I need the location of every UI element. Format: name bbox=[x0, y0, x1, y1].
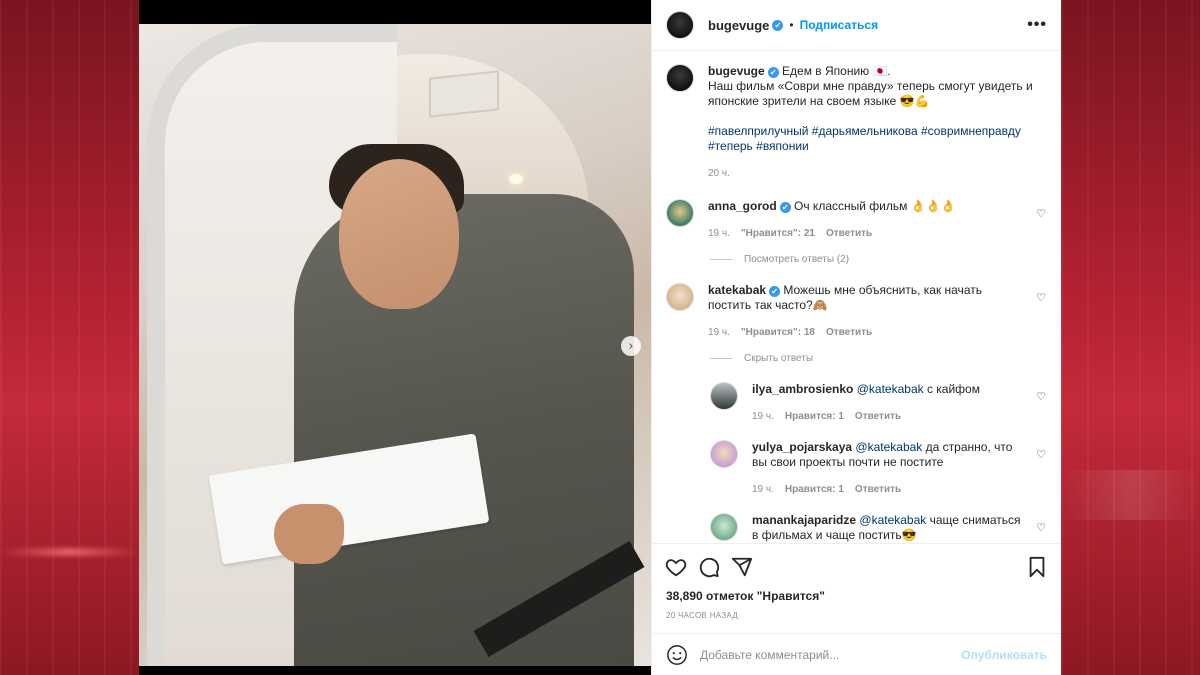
reply: manankajaparidze @katekabak чаще снимать… bbox=[710, 513, 1047, 543]
view-replies-button[interactable]: Посмотреть ответы (2) bbox=[710, 254, 1047, 265]
comment-reply-button[interactable]: Ответить bbox=[826, 325, 872, 340]
reply-body: ilya_ambrosienko @katekabak с кайфом 19 … bbox=[752, 382, 1047, 424]
comment-meta: 19 ч. "Нравится": 21 Ответить bbox=[708, 226, 1023, 241]
caption-text-line1: Едем в Японию 🇯🇵. bbox=[782, 64, 891, 78]
comments-section[interactable]: bugevuge ✔ Едем в Японию 🇯🇵. Наш фильм «С… bbox=[652, 51, 1061, 543]
chevron-right-icon: › bbox=[628, 338, 634, 354]
author-avatar[interactable] bbox=[666, 64, 694, 92]
background-glow bbox=[0, 548, 139, 556]
comment-like-heart-icon[interactable]: ♡ bbox=[1035, 208, 1047, 220]
reply-reply-button[interactable]: Ответить bbox=[855, 482, 901, 497]
reply-mention[interactable]: @katekabak bbox=[857, 382, 924, 396]
more-options-icon[interactable]: ••• bbox=[1027, 16, 1047, 34]
add-comment-bar: Опубликовать bbox=[652, 633, 1061, 675]
caption-meta: 20 ч. bbox=[708, 166, 1047, 181]
verified-icon: ✔ bbox=[769, 286, 781, 297]
reply: ilya_ambrosienko @katekabak с кайфом 19 … bbox=[710, 382, 1047, 424]
replier-avatar[interactable] bbox=[710, 382, 738, 410]
caption-time[interactable]: 20 ч. bbox=[708, 166, 730, 181]
comment-body: katekabak ✔ Можешь мне объяснить, как нач… bbox=[708, 283, 1047, 340]
thread-line bbox=[710, 259, 732, 260]
hide-replies-button[interactable]: Скрыть ответы bbox=[710, 353, 1047, 364]
reply-text: с кайфом bbox=[923, 382, 980, 396]
commenter-avatar[interactable] bbox=[666, 283, 694, 311]
comment-time[interactable]: 19 ч. bbox=[708, 325, 730, 340]
replier-avatar[interactable] bbox=[710, 513, 738, 541]
comment-input[interactable] bbox=[700, 647, 962, 662]
comment-username[interactable]: anna_gorod bbox=[708, 199, 777, 213]
reply-body: manankajaparidze @katekabak чаще снимать… bbox=[752, 513, 1047, 543]
caption-username[interactable]: bugevuge bbox=[708, 64, 765, 78]
comment-likes[interactable]: "Нравится": 18 bbox=[741, 325, 815, 340]
instagram-post: › bugevuge ✔ • Подписаться ••• bugevuge ✔… bbox=[139, 0, 1061, 675]
comment-like-heart-icon[interactable]: ♡ bbox=[1035, 292, 1047, 304]
reply-meta: 19 ч. Нравится: 1 Ответить bbox=[752, 409, 1023, 424]
like-heart-icon[interactable] bbox=[664, 555, 688, 579]
verified-icon: ✔ bbox=[772, 19, 784, 31]
comment-likes[interactable]: "Нравится": 21 bbox=[741, 226, 815, 241]
reply-username[interactable]: manankajaparidze bbox=[752, 513, 856, 527]
likes-count[interactable]: 38,890 отметок "Нравится" bbox=[652, 589, 1061, 607]
reply-meta: 19 ч. Нравится: 1 Ответить bbox=[752, 482, 1023, 497]
carousel-next-button[interactable]: › bbox=[621, 336, 641, 356]
bookmark-save-icon[interactable] bbox=[1025, 555, 1049, 579]
post-sidebar: bugevuge ✔ • Подписаться ••• bugevuge ✔ Е… bbox=[651, 0, 1061, 675]
action-bar bbox=[652, 543, 1061, 589]
publish-button[interactable]: Опубликовать bbox=[961, 648, 1047, 662]
reply-like-heart-icon[interactable]: ♡ bbox=[1035, 522, 1047, 534]
separator-dot: • bbox=[789, 18, 794, 32]
caption: bugevuge ✔ Едем в Японию 🇯🇵. Наш фильм «С… bbox=[666, 64, 1047, 181]
reply-time[interactable]: 19 ч. bbox=[752, 482, 774, 497]
commenter-avatar[interactable] bbox=[666, 199, 694, 227]
comment: anna_gorod ✔ Оч классный фильм 👌👌👌 19 ч. … bbox=[666, 199, 1047, 241]
reply-username[interactable]: yulya_pojarskaya bbox=[752, 440, 852, 454]
comment-time[interactable]: 19 ч. bbox=[708, 226, 730, 241]
follow-button[interactable]: Подписаться bbox=[800, 18, 878, 32]
reply-likes[interactable]: Нравится: 1 bbox=[785, 482, 844, 497]
reply-like-heart-icon[interactable]: ♡ bbox=[1035, 391, 1047, 403]
comment-text: Оч классный фильм 👌👌👌 bbox=[794, 199, 956, 213]
comment-bubble-icon[interactable] bbox=[697, 555, 721, 579]
caption-body: bugevuge ✔ Едем в Японию 🇯🇵. Наш фильм «С… bbox=[708, 64, 1047, 181]
man-head bbox=[339, 159, 459, 309]
reply-likes[interactable]: Нравится: 1 bbox=[785, 409, 844, 424]
author-avatar[interactable] bbox=[666, 11, 694, 39]
background-left bbox=[0, 0, 139, 675]
reply-reply-button[interactable]: Ответить bbox=[855, 409, 901, 424]
caption-hashtags[interactable]: #павелприлучный #дарьямельникова #соврим… bbox=[708, 124, 1021, 153]
comment-username[interactable]: katekabak bbox=[708, 283, 766, 297]
hide-replies-label: Скрыть ответы bbox=[744, 353, 814, 364]
reply-username[interactable]: ilya_ambrosienko bbox=[752, 382, 853, 396]
comment-meta: 19 ч. "Нравится": 18 Ответить bbox=[708, 325, 1023, 340]
background-right bbox=[1061, 0, 1200, 675]
author-username[interactable]: bugevuge bbox=[708, 18, 769, 33]
reply: yulya_pojarskaya @katekabak да странно, … bbox=[710, 440, 1047, 497]
comment: katekabak ✔ Можешь мне объяснить, как нач… bbox=[666, 283, 1047, 340]
reply-mention[interactable]: @katekabak bbox=[855, 440, 922, 454]
reply-mention[interactable]: @katekabak bbox=[859, 513, 926, 527]
share-send-icon[interactable] bbox=[730, 555, 754, 579]
emoji-smile-icon[interactable] bbox=[666, 644, 688, 666]
post-photo[interactable]: › bbox=[139, 0, 651, 675]
verified-icon: ✔ bbox=[767, 67, 779, 78]
comment-body: anna_gorod ✔ Оч классный фильм 👌👌👌 19 ч. … bbox=[708, 199, 1047, 241]
post-timestamp[interactable]: 20 ЧАСОВ НАЗАД bbox=[652, 607, 1061, 633]
caption-text-line2: Наш фильм «Соври мне правду» теперь смог… bbox=[708, 79, 1033, 108]
thread-line bbox=[710, 358, 732, 359]
view-replies-label: Посмотреть ответы (2) bbox=[744, 254, 850, 265]
cabin-light bbox=[509, 174, 523, 184]
replier-avatar[interactable] bbox=[710, 440, 738, 468]
cabin-vent bbox=[429, 70, 499, 118]
reply-like-heart-icon[interactable]: ♡ bbox=[1035, 449, 1047, 461]
background-glow-right bbox=[1061, 470, 1200, 520]
hand bbox=[274, 504, 344, 564]
post-header: bugevuge ✔ • Подписаться ••• bbox=[652, 0, 1061, 51]
comment-reply-button[interactable]: Ответить bbox=[826, 226, 872, 241]
reply-body: yulya_pojarskaya @katekabak да странно, … bbox=[752, 440, 1047, 497]
reply-time[interactable]: 19 ч. bbox=[752, 409, 774, 424]
verified-icon: ✔ bbox=[779, 202, 791, 213]
photo-content bbox=[139, 24, 651, 666]
